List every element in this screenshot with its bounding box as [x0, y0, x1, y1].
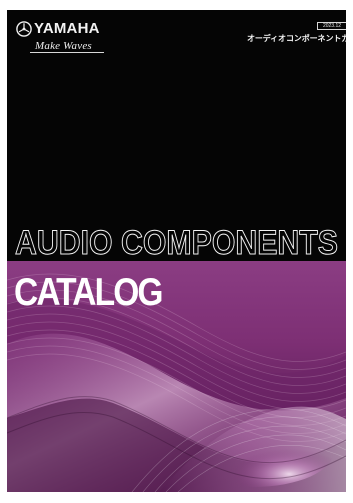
audio-components-outline-headline: AUDIO COMPONENTS: [15, 224, 339, 263]
headline-line1: AUDIO COMPONENTS: [15, 224, 338, 262]
make-waves-tagline: Make Waves: [35, 40, 92, 52]
date-badge: 2023.12: [317, 22, 346, 30]
catalog-cover: YAMAHA Make Waves 2023.12 オーディオコンポーネントカタ…: [7, 10, 346, 492]
catalog-headline: CATALOG: [14, 271, 163, 314]
catalog-page: YAMAHA Make Waves 2023.12 オーディオコンポーネントカタ…: [0, 0, 353, 503]
yamaha-logo: YAMAHA Make Waves: [16, 19, 108, 57]
japanese-title: オーディオコンポーネントカタログ: [247, 34, 346, 43]
yamaha-brand: YAMAHA: [34, 20, 100, 37]
tuning-forks-icon: [16, 21, 32, 37]
tagline-rule: [30, 52, 104, 53]
